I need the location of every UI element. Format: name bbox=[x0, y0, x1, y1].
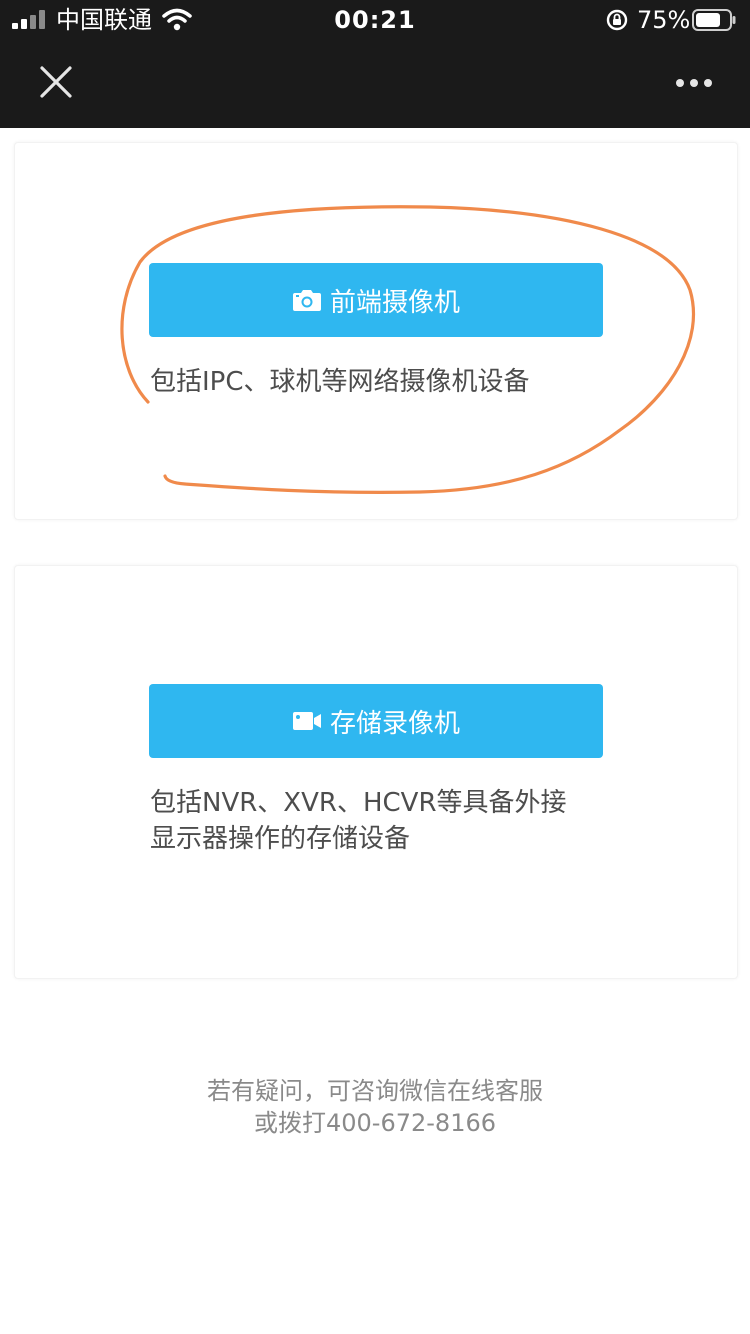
help-text: 若有疑问，可咨询微信在线客服 或拨打400-672-8166 bbox=[0, 1075, 750, 1139]
description-line: 包括IPC、球机等网络摄像机设备 bbox=[150, 367, 530, 397]
storage-recorder-button[interactable]: 存储录像机 bbox=[149, 684, 603, 758]
battery-icon bbox=[692, 9, 736, 31]
top-bar: 中国联通 00:21 75% bbox=[0, 0, 750, 128]
status-bar: 中国联通 00:21 75% bbox=[0, 0, 750, 40]
help-line-wechat: 若有疑问，可咨询微信在线客服 bbox=[207, 1077, 543, 1105]
description-line: 包括NVR、XVR、HCVR等具备外接 bbox=[150, 788, 567, 818]
rotation-lock-icon bbox=[606, 9, 628, 31]
front-end-camera-button[interactable]: 前端摄像机 bbox=[149, 263, 603, 337]
camera-icon bbox=[292, 290, 321, 311]
camera-option-card: 前端摄像机 包括IPC、球机等网络摄像机设备 bbox=[14, 142, 738, 520]
storage-recorder-label: 存储录像机 bbox=[329, 708, 460, 739]
close-icon[interactable] bbox=[36, 62, 78, 104]
front-end-camera-label: 前端摄像机 bbox=[329, 287, 460, 318]
recorder-option-card: 存储录像机 包括NVR、XVR、HCVR等具备外接 显示器操作的存储设备 bbox=[14, 565, 738, 979]
help-line-phone[interactable]: 或拨打400-672-8166 bbox=[0, 1107, 750, 1139]
description-line: 显示器操作的存储设备 bbox=[150, 824, 411, 854]
battery-percentage: 75% bbox=[637, 6, 691, 34]
video-camera-icon bbox=[292, 712, 321, 730]
camera-description: 包括IPC、球机等网络摄像机设备 bbox=[150, 364, 620, 400]
recorder-description: 包括NVR、XVR、HCVR等具备外接 显示器操作的存储设备 bbox=[150, 785, 620, 857]
more-dots-icon[interactable] bbox=[672, 68, 716, 98]
